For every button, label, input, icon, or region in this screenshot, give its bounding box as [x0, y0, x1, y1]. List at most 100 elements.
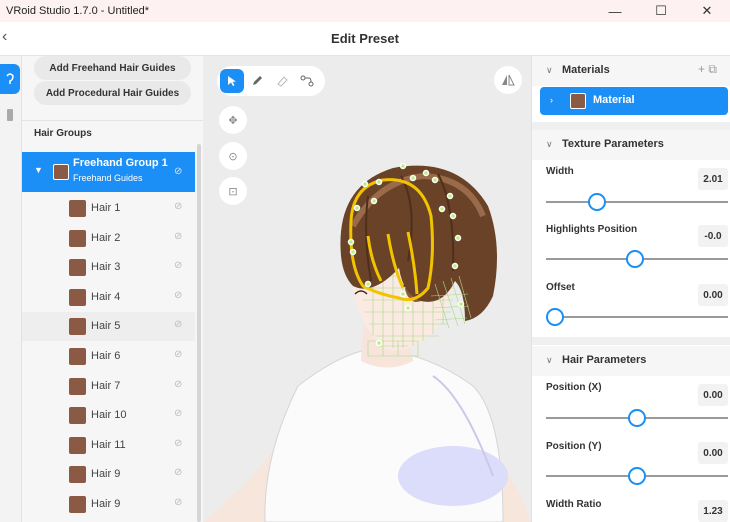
hair-group-row[interactable]: ▼ Freehand Group 1 Freehand Guides ⊘ — [22, 152, 195, 192]
offset-value[interactable]: 0.00 — [698, 284, 728, 306]
scrollbar[interactable] — [197, 144, 201, 522]
width-ratio-label: Width Ratio — [546, 499, 602, 510]
chevron-down-icon: ∨ — [546, 65, 553, 75]
add-material-icon[interactable]: + ⧉ — [698, 62, 717, 77]
visibility-off-icon[interactable]: ⊘ — [174, 201, 182, 212]
hair-list-item[interactable]: Hair 7 ⊘ — [22, 372, 195, 401]
rotate-view-button[interactable]: ⊙ — [219, 142, 247, 170]
hair-name: Hair 10 — [91, 409, 127, 421]
mirror-button[interactable] — [494, 66, 522, 94]
hair-color-swatch — [69, 437, 86, 454]
divider — [22, 120, 203, 121]
eraser-tool[interactable] — [270, 69, 294, 93]
minimize-button[interactable]: — — [592, 0, 638, 22]
chevron-down-icon: ∨ — [546, 139, 553, 149]
hair-list-item[interactable]: Hair 11 ⊘ — [22, 431, 195, 460]
hair-name: Hair 5 — [91, 320, 121, 332]
path-tool[interactable] — [295, 69, 319, 93]
mirror-icon — [502, 74, 515, 86]
back-icon[interactable]: ‹ — [2, 28, 7, 46]
path-icon — [300, 75, 314, 87]
maximize-button[interactable]: ☐ — [638, 0, 684, 22]
select-tool[interactable] — [220, 69, 244, 93]
texture-parameters-header[interactable]: ∨ Texture Parameters — [532, 130, 730, 160]
visibility-off-icon[interactable]: ⊘ — [174, 290, 182, 301]
zoom-icon: ⊡ — [228, 185, 238, 198]
hair-list-item[interactable]: Hair 1 ⊘ — [22, 194, 195, 223]
app-header: ‹ Edit Preset — [0, 22, 730, 56]
texture-parameters-title: Texture Parameters — [562, 138, 664, 150]
hair-list-item[interactable]: Hair 9 ⊘ — [22, 460, 195, 489]
material-item[interactable]: › Material — [540, 87, 728, 115]
hair-name: Hair 3 — [91, 261, 121, 273]
group-subtitle: Freehand Guides — [73, 173, 143, 183]
width-slider[interactable] — [546, 193, 728, 211]
slider-thumb[interactable] — [587, 193, 606, 211]
slider-thumb[interactable] — [628, 409, 646, 427]
slider-thumb[interactable] — [626, 250, 645, 268]
materials-title: Materials — [562, 64, 610, 76]
move-view-button[interactable]: ✥ — [219, 106, 247, 134]
add-freehand-hair-guides-button[interactable]: Add Freehand Hair Guides — [34, 56, 191, 80]
visibility-off-icon[interactable]: ⊘ — [174, 497, 182, 508]
position-y-slider[interactable] — [546, 467, 728, 485]
hair-guide-icon — [6, 73, 14, 84]
hair-list-item[interactable]: Hair 6 ⊘ — [22, 342, 195, 371]
highlights-position-slider[interactable] — [546, 250, 728, 268]
hair-name: Hair 9 — [91, 468, 121, 480]
slider-track — [546, 201, 728, 203]
add-procedural-hair-guides-button[interactable]: Add Procedural Hair Guides — [34, 81, 191, 105]
material-name: Material — [593, 94, 635, 106]
slider-thumb[interactable] — [546, 308, 565, 326]
visibility-off-icon[interactable]: ⊘ — [174, 467, 182, 478]
hair-name: Hair 4 — [91, 291, 121, 303]
hair-parameters-header[interactable]: ∨ Hair Parameters — [532, 346, 730, 376]
properties-panel: ∨ Materials + ⧉ › Material ∨ Texture Par… — [531, 56, 730, 522]
hair-color-swatch — [69, 378, 86, 395]
3d-viewport[interactable]: ✥ ⊙ ⊡ — [203, 56, 531, 522]
hair-list-item[interactable]: Hair 9 ⊘ — [22, 490, 195, 519]
layer-tab[interactable] — [0, 100, 20, 130]
slider-track — [546, 316, 728, 318]
slider-thumb[interactable] — [628, 467, 646, 485]
zoom-view-button[interactable]: ⊡ — [219, 177, 247, 205]
window-title: VRoid Studio 1.7.0 - Untitled* — [6, 5, 150, 17]
highlights-position-value[interactable]: -0.0 — [698, 225, 728, 247]
hair-guide-tab[interactable] — [0, 64, 20, 94]
hair-list-item[interactable]: Hair 5 ⊘ — [22, 312, 195, 341]
offset-slider[interactable] — [546, 308, 728, 326]
width-ratio-value[interactable]: 1.23 — [698, 500, 728, 522]
visibility-off-icon[interactable]: ⊘ — [174, 166, 182, 177]
hair-list-item[interactable]: Hair 4 ⊘ — [22, 283, 195, 312]
visibility-off-icon[interactable]: ⊘ — [174, 319, 182, 330]
move-icon: ✥ — [228, 114, 238, 127]
material-color-swatch — [570, 93, 586, 109]
visibility-off-icon[interactable]: ⊘ — [174, 379, 182, 390]
hair-name: Hair 6 — [91, 350, 121, 362]
materials-header[interactable]: ∨ Materials + ⧉ — [532, 56, 730, 86]
hair-list-item[interactable]: Hair 2 ⊘ — [22, 224, 195, 253]
close-button[interactable]: ✕ — [684, 0, 730, 22]
visibility-off-icon[interactable]: ⊘ — [174, 231, 182, 242]
width-value[interactable]: 2.01 — [698, 168, 728, 190]
position-y-label: Position (Y) — [546, 441, 602, 452]
chevron-right-icon[interactable]: › — [550, 95, 553, 105]
visibility-off-icon[interactable]: ⊘ — [174, 408, 182, 419]
position-x-value[interactable]: 0.00 — [698, 384, 728, 406]
window-titlebar: VRoid Studio 1.7.0 - Untitled* — ☐ ✕ — [0, 0, 730, 22]
hair-name: Hair 1 — [91, 202, 121, 214]
hair-color-swatch — [69, 259, 86, 276]
visibility-off-icon[interactable]: ⊘ — [174, 438, 182, 449]
hair-list-item[interactable]: Hair 10 ⊘ — [22, 401, 195, 430]
visibility-off-icon[interactable]: ⊘ — [174, 260, 182, 271]
visibility-off-icon[interactable]: ⊘ — [174, 349, 182, 360]
hair-parameters-title: Hair Parameters — [562, 354, 647, 366]
pen-tool[interactable] — [245, 69, 269, 93]
chevron-down-icon[interactable]: ▼ — [34, 165, 43, 175]
hair-color-swatch — [69, 230, 86, 247]
page-title: Edit Preset — [331, 31, 399, 46]
position-x-slider[interactable] — [546, 409, 728, 427]
position-y-value[interactable]: 0.00 — [698, 442, 728, 464]
hair-color-swatch — [69, 348, 86, 365]
hair-list-item[interactable]: Hair 3 ⊘ — [22, 253, 195, 282]
